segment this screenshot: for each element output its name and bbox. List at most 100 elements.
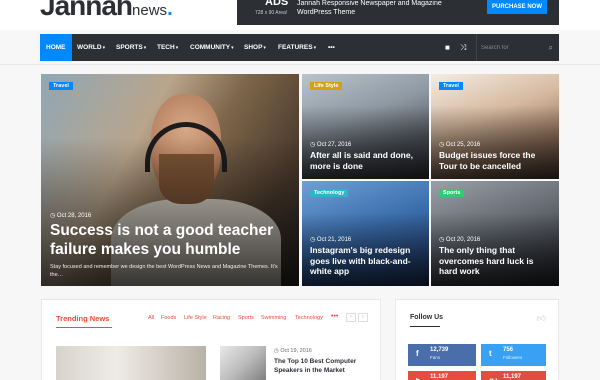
follower-label: Fans: [430, 355, 441, 360]
tab-swimming[interactable]: Swimming: [261, 315, 286, 321]
trending-more-button[interactable]: •••: [331, 313, 338, 320]
post-date-text: Oct 28, 2016: [56, 213, 92, 219]
tab-life-style[interactable]: Life Style: [184, 315, 207, 321]
nav-item-label: SPORTS: [116, 44, 143, 51]
chevron-down-icon: ▾: [102, 45, 106, 51]
tab-technology[interactable]: Technology: [295, 315, 323, 321]
nav-item-label: FEATURES: [278, 44, 313, 51]
post-date-text: Oct 20, 2016: [445, 237, 481, 243]
post-title[interactable]: Success is not a good teacher failure ma…: [50, 221, 290, 259]
nav-item-home[interactable]: HOME: [40, 34, 72, 61]
tab-foods[interactable]: Foods: [161, 315, 176, 321]
nav-item-label: WORLD: [77, 44, 102, 51]
site-logo[interactable]: Jannahnews.: [40, 0, 173, 22]
chevron-down-icon: ▾: [143, 45, 147, 51]
youtube-follow-button[interactable]: ▶ 11,197: [408, 371, 476, 380]
post-excerpt: Stay focused and remember we design the …: [50, 264, 278, 278]
trending-news-widget: Trending News All Foods Life Style Racin…: [41, 299, 381, 380]
facebook-follow-button[interactable]: f 12,739 Fans: [408, 344, 476, 366]
tab-sports[interactable]: Sports: [238, 315, 254, 321]
post-date: ◷ Oct 27, 2016: [310, 142, 352, 148]
post-date: ◷ Oct 28, 2016: [50, 213, 92, 219]
search-icon[interactable]: ⌕: [549, 34, 553, 61]
chevron-down-icon: ▾: [231, 45, 234, 51]
featured-post[interactable]: Travel ◷ Oct 25, 2016 Budget issues forc…: [431, 74, 559, 179]
thumbs-up-icon: 👍︎: [536, 313, 546, 323]
follower-count: 756: [503, 347, 514, 353]
post-date: ◷ Oct 21, 2016: [310, 237, 352, 243]
nav-item-tech[interactable]: TECH▾: [157, 34, 178, 61]
tab-all[interactable]: All: [148, 315, 154, 321]
trending-post-title[interactable]: The Top 10 Best Computer Speakers in the…: [274, 357, 369, 375]
youtube-icon: ▶: [416, 376, 422, 380]
follow-underline: [410, 326, 440, 327]
post-title[interactable]: After all is said and done, more is done: [310, 150, 425, 171]
category-badge[interactable]: Travel: [49, 82, 73, 90]
site-header: Jannahnews. ADS 728 x 90 Area! Jannah Re…: [0, 0, 600, 30]
trending-underline: [56, 327, 112, 328]
search-input[interactable]: [481, 41, 541, 54]
google-plus-icon: g+: [489, 376, 499, 380]
shopping-bag-icon[interactable]: ■: [445, 34, 450, 61]
follower-label: Followers: [503, 355, 523, 360]
post-date: ◷ Oct 19, 2016: [274, 348, 312, 354]
ad-label: ADS: [265, 0, 289, 8]
chevron-down-icon: ▾: [313, 45, 317, 51]
follow-us-widget: Follow Us 👍︎ f 12,739 Fans t 756 Followe…: [395, 299, 559, 380]
trending-title: Trending News: [56, 314, 110, 323]
post-date: ◷ Oct 25, 2016: [439, 142, 481, 148]
tab-racing[interactable]: Racing: [213, 315, 230, 321]
search-box: ⌕: [476, 34, 559, 61]
follower-count: 11,197: [430, 374, 449, 380]
purchase-now-button[interactable]: PURCHASE NOW: [487, 0, 547, 14]
logo-suffix: news: [132, 2, 168, 19]
prev-page-button[interactable]: ‹: [346, 313, 356, 322]
nav-item-shop[interactable]: SHOP▾: [244, 34, 266, 61]
post-title[interactable]: Budget issues force the Tour to be cance…: [439, 150, 554, 171]
twitter-icon: t: [489, 349, 492, 358]
post-date-text: Oct 25, 2016: [445, 142, 481, 148]
main-nav: HOME WORLD▾ SPORTS▾ TECH▾ COMMUNITY▾ SHO…: [40, 34, 559, 61]
ad-size: 728 x 90 Area!: [255, 10, 288, 16]
post-date-text: Oct 19, 2016: [280, 348, 312, 354]
header-divider: [0, 64, 600, 65]
post-title[interactable]: Instagram's big redesign goes live with …: [310, 245, 425, 277]
nav-item-sports[interactable]: SPORTS▾: [116, 34, 146, 61]
featured-main-post[interactable]: Travel ◷ Oct 28, 2016 Success is not a g…: [41, 74, 299, 286]
category-badge[interactable]: Sports: [439, 189, 465, 197]
logo-dot: .: [167, 0, 172, 20]
next-page-button[interactable]: ›: [358, 313, 368, 322]
follow-title: Follow Us: [410, 314, 444, 321]
logo-main: Jannah: [40, 0, 133, 21]
nav-item-world[interactable]: WORLD▾: [77, 34, 105, 61]
trending-post-image[interactable]: [56, 346, 206, 380]
nav-item-label: SHOP: [244, 44, 263, 51]
category-badge[interactable]: Technology: [310, 189, 349, 197]
twitter-follow-button[interactable]: t 756 Followers: [481, 344, 546, 366]
chevron-down-icon: ▾: [175, 45, 179, 51]
ad-text: Jannah Responsive Newspaper and Magazine…: [297, 0, 442, 16]
follower-count: 12,739: [430, 347, 449, 353]
nav-item-features[interactable]: FEATURES▾: [278, 34, 316, 61]
nav-item-community[interactable]: COMMUNITY▾: [190, 34, 234, 61]
nav-item-label: TECH: [157, 44, 175, 51]
trending-post-thumbnail[interactable]: [220, 346, 266, 380]
chevron-down-icon: ▾: [263, 45, 266, 51]
follower-count: 11,197: [503, 374, 522, 380]
category-badge[interactable]: Life Style: [310, 82, 343, 90]
post-date-text: Oct 21, 2016: [316, 237, 352, 243]
nav-item-label: COMMUNITY: [190, 44, 231, 51]
post-date-text: Oct 27, 2016: [316, 142, 352, 148]
ad-banner[interactable]: ADS 728 x 90 Area! Jannah Responsive New…: [237, 0, 559, 25]
facebook-icon: f: [416, 349, 419, 358]
shuffle-icon[interactable]: ⤨: [460, 34, 466, 61]
featured-post[interactable]: Life Style ◷ Oct 27, 2016 After all is s…: [302, 74, 429, 179]
nav-more-button[interactable]: •••: [328, 34, 335, 61]
post-title[interactable]: The only thing that overcomes hard luck …: [439, 245, 554, 277]
google-plus-follow-button[interactable]: g+ 11,197: [481, 371, 546, 380]
nav-item-label: HOME: [46, 44, 66, 51]
post-date: ◷ Oct 20, 2016: [439, 237, 481, 243]
featured-post[interactable]: Sports ◷ Oct 20, 2016 The only thing tha…: [431, 181, 559, 286]
featured-post[interactable]: Technology ◷ Oct 21, 2016 Instagram's bi…: [302, 181, 429, 286]
category-badge[interactable]: Travel: [439, 82, 463, 90]
